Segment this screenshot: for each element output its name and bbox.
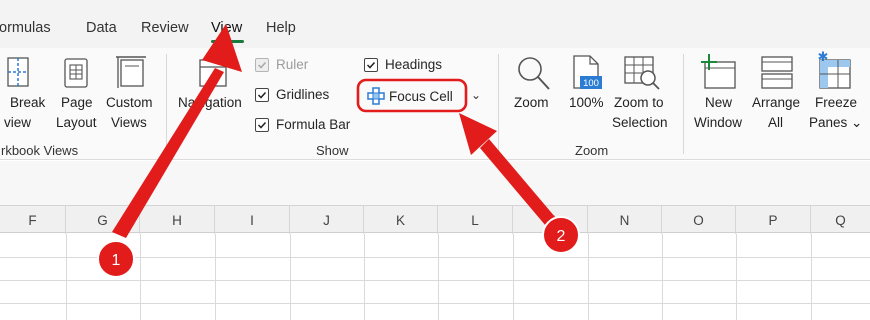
column-header-f[interactable]: F — [0, 206, 66, 234]
zoom-group-title: Zoom — [575, 143, 609, 158]
focus-cell-dropdown-chevron-icon[interactable]: ⌄ — [471, 86, 481, 104]
tab-review[interactable]: Review — [141, 20, 189, 36]
navigation-icon — [199, 59, 227, 87]
formula-bar-label: Formula Bar — [276, 117, 351, 132]
column-header-h[interactable]: H — [140, 206, 215, 234]
group-separator — [498, 54, 499, 154]
column-header-k[interactable]: K — [364, 206, 438, 234]
group-separator — [166, 54, 167, 154]
magnifier-icon — [518, 57, 550, 90]
break-view-label-1: Break — [10, 95, 46, 110]
new-window-icon — [701, 54, 736, 89]
zoom-100-label: 100% — [569, 95, 604, 110]
column-header-p[interactable]: P — [736, 206, 811, 234]
column-header-l[interactable]: L — [438, 206, 513, 234]
group-separator — [683, 54, 684, 154]
zoom-to-selection-icon — [624, 56, 660, 90]
column-header-i[interactable]: I — [215, 206, 290, 234]
custom-views-icon — [116, 56, 146, 88]
zoom-100-icon: 100 — [573, 55, 602, 89]
tab-data[interactable]: Data — [86, 20, 117, 36]
column-header-q[interactable]: Q — [811, 206, 870, 234]
focus-cell-icon — [367, 87, 385, 105]
column-header-o[interactable]: O — [662, 206, 736, 234]
column-header-n[interactable]: N — [588, 206, 662, 234]
ruler-label: Ruler — [276, 57, 309, 72]
page-layout-icon — [64, 58, 88, 88]
arrange-all-label-2: All — [768, 115, 784, 130]
new-window-label-2: Window — [694, 115, 743, 130]
column-header-m[interactable]: M — [513, 206, 588, 234]
zoom-to-selection-label-2: Selection — [612, 115, 668, 130]
arrange-all-label-1: Arrange — [752, 95, 801, 110]
freeze-panes-icon: ✱ — [818, 50, 851, 89]
tab-view[interactable]: View — [211, 20, 242, 36]
navigation-label: Navigation — [178, 95, 242, 110]
freeze-panes-label-2: Panes ⌄ — [809, 115, 863, 130]
new-window-label-1: New — [705, 95, 733, 110]
ribbon-tab-bar: ormulas Data Review View Help — [0, 0, 870, 48]
ruler-checkbox[interactable]: Ruler — [255, 57, 308, 72]
formula-bar-area — [0, 161, 870, 205]
headings-checkbox[interactable]: Headings — [364, 57, 442, 72]
cell-grid[interactable] — [0, 234, 870, 320]
column-header-row: F G H I J K L M N O P Q — [0, 205, 870, 234]
arrange-all-icon — [761, 56, 793, 89]
custom-views-label-2: Views — [111, 115, 147, 130]
zoom-label: Zoom — [514, 95, 549, 110]
tab-help[interactable]: Help — [266, 20, 296, 36]
formula-bar-check-icon — [255, 117, 269, 132]
custom-views-label-1: Custom — [106, 95, 153, 110]
column-header-g[interactable]: G — [66, 206, 140, 234]
headings-check-icon — [364, 57, 378, 72]
page-layout-label-1: Page — [61, 95, 93, 110]
zoom-100-icon-text: 100 — [583, 78, 599, 89]
show-group-title: Show — [316, 143, 349, 158]
workbook-views-group-title: rkbook Views — [1, 143, 79, 158]
gridlines-checkbox[interactable]: Gridlines — [255, 87, 329, 102]
zoom-to-selection-label-1: Zoom to — [614, 95, 664, 110]
formula-bar-checkbox[interactable]: Formula Bar — [255, 117, 350, 132]
focus-cell-label: Focus Cell — [389, 88, 453, 104]
tab-formulas[interactable]: ormulas — [0, 20, 51, 36]
column-header-j[interactable]: J — [290, 206, 364, 234]
gridlines-check-icon — [255, 87, 269, 102]
page-break-preview-icon — [7, 57, 29, 87]
ruler-check-icon — [255, 57, 269, 72]
freeze-panes-label-1: Freeze — [815, 95, 858, 110]
page-layout-label-2: Layout — [56, 115, 97, 130]
gridlines-label: Gridlines — [276, 87, 330, 102]
svg-text:✱: ✱ — [818, 50, 829, 65]
headings-label: Headings — [385, 57, 443, 72]
active-tab-indicator — [211, 40, 244, 43]
focus-cell-button[interactable]: Focus Cell — [367, 87, 453, 105]
break-view-label-2: view — [4, 115, 32, 130]
